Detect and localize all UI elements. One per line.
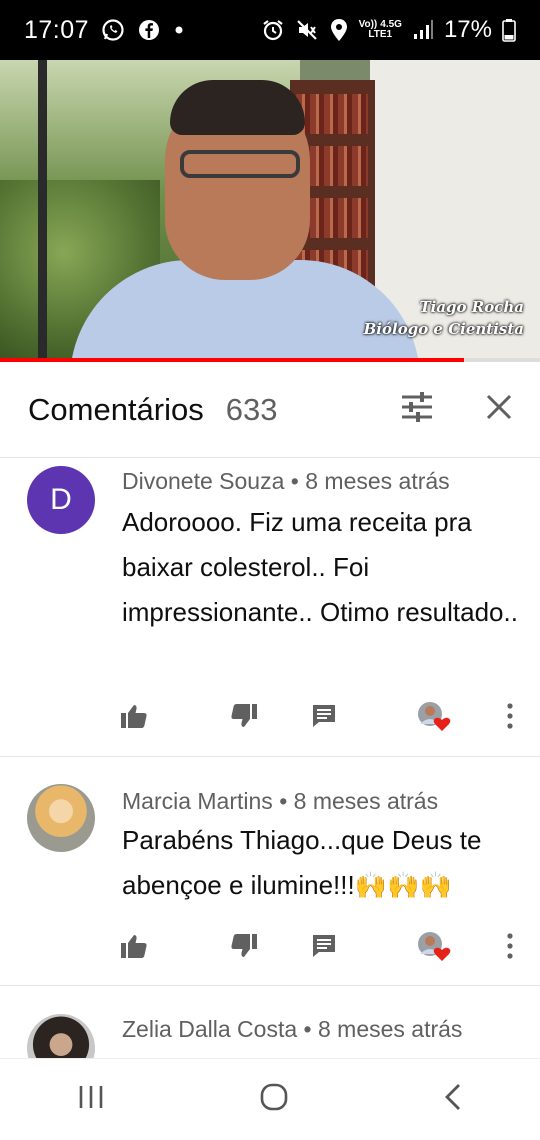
dot-icon: [173, 24, 185, 36]
battery-icon: [502, 18, 516, 42]
avatar[interactable]: [27, 784, 95, 852]
mute-icon: [295, 18, 319, 42]
more-options-icon[interactable]: [490, 696, 530, 736]
comments-count: 633: [225, 391, 278, 427]
comments-header: Comentários 633: [0, 362, 540, 458]
comment-separator: •: [279, 788, 288, 814]
video-lamp-post: [38, 60, 47, 362]
location-icon: [329, 18, 349, 42]
alarm-icon: [261, 18, 285, 42]
clock: 17:07: [24, 15, 90, 44]
comment-text: Adoroooo. Fiz uma receita pra baixar col…: [122, 507, 518, 627]
caption-title: Biólogo e Cientista: [363, 320, 524, 338]
comment-time: 8 meses atrás: [293, 788, 439, 814]
comment-separator: •: [290, 468, 299, 494]
comments-title: Comentários: [28, 391, 204, 427]
comment-item: Zelia Dalla Costa • 8 meses atrás: [0, 986, 540, 1058]
whatsapp-icon: [101, 18, 125, 42]
comment-time: 8 meses atrás: [317, 1016, 463, 1042]
sort-filter-icon[interactable]: [400, 391, 434, 428]
comment-meta: Divonete Souza • 8 meses atrás: [122, 468, 450, 495]
video-caption: Tiago Rocha Biólogo e Cientista: [364, 296, 524, 340]
like-icon[interactable]: [114, 696, 154, 736]
network-indicator: Vo)) 4.5G LTE1: [359, 20, 402, 40]
avatar[interactable]: D: [27, 466, 95, 534]
facebook-icon: [137, 18, 161, 42]
home-icon[interactable]: [259, 1082, 289, 1117]
comment-text: Parabéns Thiago...que Deus te abençoe e …: [122, 825, 482, 900]
video-player[interactable]: Tiago Rocha Biólogo e Cientista: [0, 60, 540, 362]
comment-author[interactable]: Marcia Martins: [122, 788, 273, 814]
status-bar: 17:07 Vo)) 4.5G LTE1 17%: [0, 0, 540, 60]
creator-heart-icon: [414, 696, 454, 736]
signal-icon: [412, 19, 434, 41]
comment-time: 8 meses atrás: [305, 468, 450, 494]
dislike-icon[interactable]: [224, 696, 264, 736]
reply-icon[interactable]: [304, 926, 344, 966]
comment-actions: [0, 696, 540, 736]
more-options-icon[interactable]: [490, 926, 530, 966]
creator-heart-icon: [414, 926, 454, 966]
battery-percent: 17%: [443, 16, 492, 43]
close-icon[interactable]: [486, 394, 512, 425]
comment-author[interactable]: Divonete Souza: [122, 468, 284, 494]
comment-author[interactable]: Zelia Dalla Costa: [122, 1016, 297, 1042]
caption-name: Tiago Rocha: [419, 298, 524, 316]
like-icon[interactable]: [114, 926, 154, 966]
comment-actions: [0, 926, 540, 966]
back-icon[interactable]: [443, 1082, 463, 1117]
sim-label: LTE1: [368, 29, 393, 40]
avatar[interactable]: [27, 1014, 95, 1058]
system-nav-bar: [0, 1058, 540, 1140]
comment-meta: Zelia Dalla Costa • 8 meses atrás: [122, 1016, 462, 1043]
comment-separator: •: [303, 1016, 312, 1042]
comment-divider: [0, 756, 540, 757]
reply-icon[interactable]: [304, 696, 344, 736]
comment-meta: Marcia Martins • 8 meses atrás: [122, 788, 438, 815]
dislike-icon[interactable]: [224, 926, 264, 966]
recent-apps-icon[interactable]: [77, 1084, 105, 1115]
